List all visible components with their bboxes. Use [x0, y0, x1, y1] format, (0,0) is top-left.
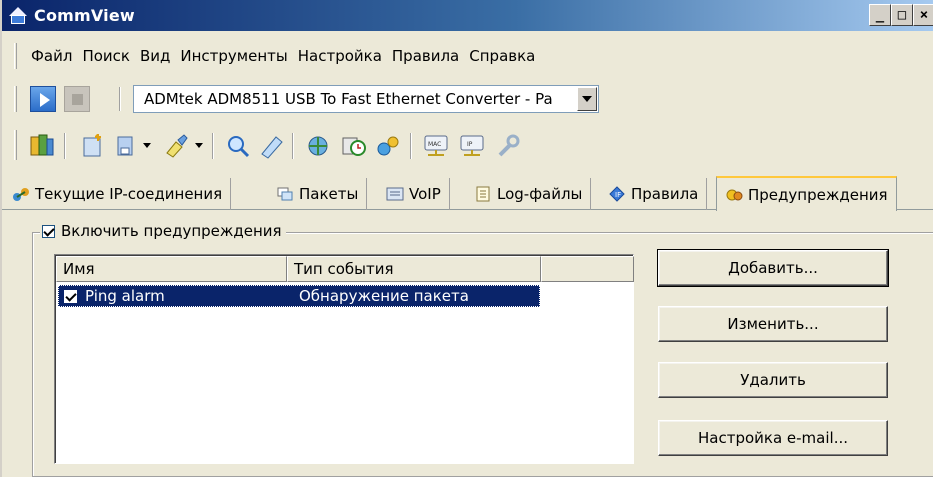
add-alert-button[interactable]: Добавить...: [657, 249, 889, 287]
toolbar-separator: [212, 133, 214, 159]
tab-label: Пакеты: [299, 185, 359, 203]
tab-label: Текущие IP-соединения: [35, 185, 223, 203]
search-icon[interactable]: [224, 133, 252, 159]
mac-icon[interactable]: MAC: [422, 133, 450, 159]
scheduler-icon[interactable]: [340, 133, 368, 159]
rules-icon: IF: [609, 186, 625, 202]
toolbar-grip[interactable]: [14, 86, 17, 112]
menu-help[interactable]: Справка: [464, 47, 540, 65]
paint-icon[interactable]: [162, 133, 190, 159]
email-settings-button[interactable]: Настройка e-mail...: [658, 420, 888, 456]
toolbar-grip[interactable]: [14, 43, 17, 69]
alias-icon[interactable]: [374, 133, 402, 159]
alert-event-type: Обнаружение пакета: [299, 287, 469, 305]
minimize-icon[interactable]: _: [869, 4, 891, 26]
svg-text:MAC: MAC: [428, 141, 441, 148]
column-name[interactable]: Имя: [56, 256, 287, 282]
column-event-type[interactable]: Тип события: [287, 256, 541, 282]
tab-rules[interactable]: IF Правила: [600, 178, 708, 210]
play-icon: [40, 93, 50, 107]
chevron-down-icon[interactable]: [577, 87, 597, 111]
tab-packets[interactable]: Пакеты: [268, 178, 368, 210]
logs-icon: [476, 186, 490, 202]
tab-label: Предупреждения: [748, 185, 888, 204]
tab-alerts[interactable]: Предупреждения: [716, 176, 897, 211]
tab-voip[interactable]: VoIP: [378, 178, 450, 210]
menu-file[interactable]: Файл: [26, 47, 77, 65]
toolbar-separator: [64, 133, 66, 159]
svg-text:IF: IF: [615, 191, 621, 199]
svg-text:IP: IP: [467, 141, 473, 148]
toolbar-separator: [292, 133, 294, 159]
alerts-list[interactable]: Имя Тип события Ping alarm Обнаружение п…: [54, 254, 634, 464]
capture-toolbar: ADMtek ADM8511 USB To Fast Ethernet Conv…: [2, 83, 933, 115]
save-dropdown-icon[interactable]: [142, 133, 152, 159]
main-toolbar: MAC IP: [2, 125, 933, 165]
start-capture-button[interactable]: [30, 86, 56, 112]
commview-logo-icon: [8, 6, 28, 26]
column-empty[interactable]: [541, 256, 634, 282]
tab-log-files[interactable]: Log-файлы: [466, 178, 592, 210]
adapter-select-value: ADMtek ADM8511 USB To Fast Ethernet Conv…: [144, 90, 553, 108]
tab-label: Log-файлы: [497, 185, 583, 203]
ip-icon[interactable]: IP: [458, 133, 486, 159]
enable-alerts-checkbox[interactable]: [42, 224, 55, 238]
menu-bar: Файл Поиск Вид Инструменты Настройка Пра…: [2, 40, 933, 72]
voip-icon: [386, 187, 404, 201]
toolbar-separator: [410, 133, 412, 159]
alert-name: Ping alarm: [85, 287, 165, 305]
title-bar[interactable]: CommView _ □ ×: [2, 0, 933, 31]
maximize-icon[interactable]: □: [891, 4, 913, 26]
packets-icon: [277, 187, 293, 201]
toolbar-grip[interactable]: [14, 130, 17, 160]
close-icon[interactable]: ×: [913, 4, 933, 26]
paint-dropdown-icon[interactable]: [194, 133, 204, 159]
edit-icon[interactable]: [258, 133, 286, 159]
stop-capture-button[interactable]: [64, 86, 90, 112]
menu-search[interactable]: Поиск: [77, 47, 135, 65]
tab-ip-connections[interactable]: Текущие IP-соединения: [4, 178, 232, 210]
wrench-icon[interactable]: [494, 133, 522, 159]
window-title: CommView: [34, 6, 135, 25]
delete-alert-button[interactable]: Удалить: [658, 362, 888, 398]
enable-alerts-label: Включить предупреждения: [61, 222, 282, 240]
new-icon[interactable]: [78, 133, 106, 159]
tab-label: Правила: [631, 185, 699, 203]
commview-window: CommView _ □ × Файл Поиск Вид Инструмент…: [0, 0, 933, 477]
window-controls: _ □ ×: [869, 4, 933, 26]
toolbar-separator: [119, 87, 121, 111]
save-icon[interactable]: [112, 133, 140, 159]
menu-rules[interactable]: Правила: [387, 47, 464, 65]
enable-alerts-checkbox-row[interactable]: Включить предупреждения: [40, 222, 286, 240]
tab-label: VoIP: [409, 185, 441, 203]
alerts-icon: [726, 189, 743, 200]
tab-strip: Текущие IP-соединения Пакеты VoIP Log-фа…: [2, 176, 933, 211]
adapter-select[interactable]: ADMtek ADM8511 USB To Fast Ethernet Conv…: [133, 85, 599, 113]
list-header: Имя Тип события: [56, 256, 634, 282]
network-icon[interactable]: [304, 133, 332, 159]
menu-tools[interactable]: Инструменты: [175, 47, 292, 65]
list-item[interactable]: Ping alarm Обнаружение пакета: [58, 285, 540, 307]
menu-view[interactable]: Вид: [135, 47, 175, 65]
alert-enabled-checkbox[interactable]: [64, 289, 77, 303]
stop-icon: [72, 94, 83, 105]
edit-alert-button[interactable]: Изменить...: [658, 306, 888, 342]
connections-icon: [13, 188, 29, 201]
open-icon[interactable]: [28, 133, 56, 159]
menu-settings[interactable]: Настройка: [293, 47, 387, 65]
